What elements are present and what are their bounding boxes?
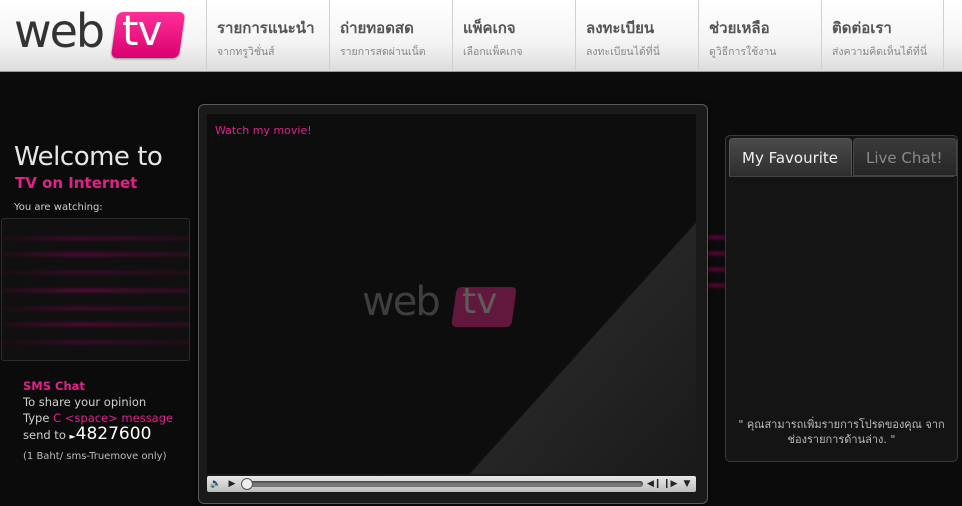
sms-number: 4827600 [75,424,152,444]
decor-streak [2,341,189,344]
watermark-tv-text: tv [462,281,498,322]
nav-subtitle: ลงทะเบียนได้ที่นี่ [586,46,660,58]
nav-item-help[interactable]: ช่วยเหลือ ดูวิธีการใช้งาน [698,0,821,70]
nav-item-contact[interactable]: ติดต่อเรา ส่งความคิดเห็นได้ที่นี่ [821,0,944,70]
header: web tv รายการแนะนำ จากทรูวิชั่นส์ ถ่ายทอ… [0,0,962,72]
player-controls: 🔈 ▶ ◀❙ ❙▶ ▼ [207,476,696,492]
tab-my-favourite[interactable]: My Favourite [729,138,852,176]
decor-streak [2,307,189,310]
seek-bar[interactable] [243,481,643,487]
now-watching-preview[interactable] [1,218,190,361]
watermark-web-text: web [362,279,441,325]
welcome-heading: Welcome to [14,142,163,172]
sms-line-share: To share your opinion [23,395,147,409]
decor-streak [2,289,189,292]
left-panel: Welcome to TV on Internet You are watchi… [0,72,200,506]
nav-title: ลงทะเบียน [586,19,655,37]
sms-chat-heading: SMS Chat [23,379,85,393]
side-panel: My Favourite Live Chat! " คุณสามารถเพิ่ม… [725,135,958,462]
sms-send-to: send to [23,428,66,442]
side-tabs: My Favourite Live Chat! [729,138,957,176]
nav-subtitle: ดูวิธีการใช้งาน [709,46,777,58]
nav-item-recommended[interactable]: รายการแนะนำ จากทรูวิชั่นส์ [206,0,329,70]
favourite-list: " คุณสามารถเพิ่มรายการโปรดของคุณ จากช่อง… [729,176,954,458]
nav-subtitle: รายการสดผ่านเน็ต [340,46,426,58]
nav-title: ช่วยเหลือ [709,19,770,37]
you-are-watching-label: You are watching: [14,202,103,213]
nav-subtitle: ส่งความคิดเห็นได้ที่นี่ [832,46,928,58]
prev-icon[interactable]: ◀❙ [647,477,661,491]
decor-streak [2,237,189,240]
nav-subtitle: เลือกแพ็คเกจ [463,46,523,58]
tab-live-chat[interactable]: Live Chat! [853,138,957,176]
nav-item-package[interactable]: แพ็คเกจ เลือกแพ็คเกจ [452,0,575,70]
main-nav: รายการแนะนำ จากทรูวิชั่นส์ ถ่ายทอดสด ราย… [206,0,944,70]
watermark-logo: web tv [362,279,532,339]
video-player: Watch my movie! web tv 🔈 ▶ ◀❙ ❙▶ ▼ [198,104,708,504]
nav-title: ติดต่อเรา [832,19,892,37]
video-screen[interactable]: Watch my movie! web tv [207,114,696,474]
decor-streak [2,253,189,256]
menu-down-icon[interactable]: ▼ [680,477,694,491]
sms-line-send: send to ►4827600 [23,426,173,445]
nav-title: ถ่ายทอดสด [340,19,414,37]
sms-type-prefix: Type [23,411,54,425]
nav-item-live[interactable]: ถ่ายทอดสด รายการสดผ่านเน็ต [329,0,452,70]
seek-handle[interactable] [241,478,253,490]
volume-icon[interactable]: 🔈 [209,477,223,491]
player-title: Watch my movie! [215,124,312,137]
logo-web-text: web [14,4,105,58]
nav-title: แพ็คเกจ [463,19,516,37]
logo-tv-text: tv [122,6,162,55]
sms-type-code: C <space> message [53,411,174,425]
nav-title: รายการแนะนำ [217,19,315,37]
nav-subtitle: จากทรูวิชั่นส์ [217,46,275,58]
favourite-empty-note: " คุณสามารถเพิ่มรายการโปรดของคุณ จากช่อง… [738,418,945,446]
tv-on-internet-subheading: TV on Internet [15,174,138,192]
sms-note: (1 Baht/ sms-Truemove only) [23,451,167,462]
decor-streak [2,323,189,326]
decor-streak [2,271,189,274]
webtv-logo[interactable]: web tv [14,4,204,64]
next-icon[interactable]: ❙▶ [663,477,677,491]
nav-item-register[interactable]: ลงทะเบียน ลงทะเบียนได้ที่นี่ [575,0,698,70]
sms-chat-info: SMS Chat To share your opinion Type C <s… [23,378,173,465]
play-icon[interactable]: ▶ [225,477,239,491]
